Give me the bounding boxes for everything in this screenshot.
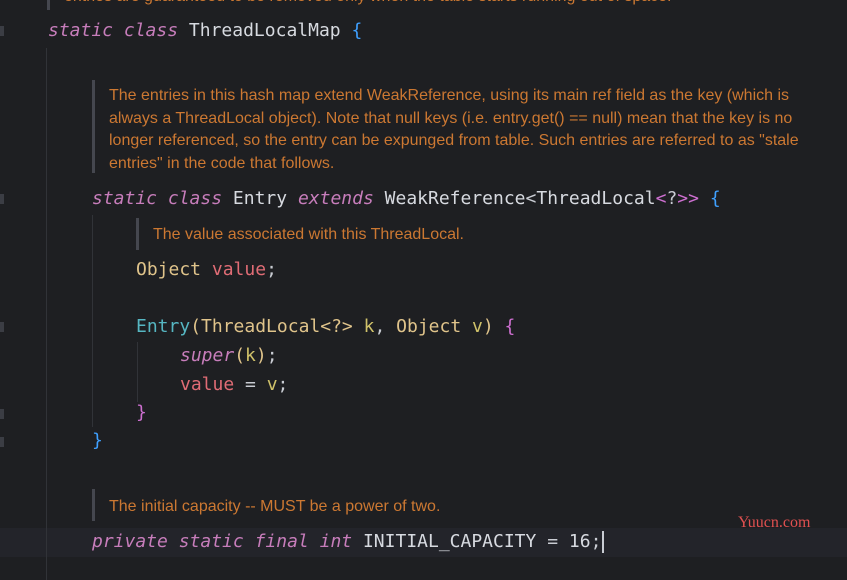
fold-marker[interactable] (0, 26, 4, 36)
param-k: k (363, 316, 375, 337)
code-line-entry-class[interactable]: static class Entry extends WeakReference… (92, 186, 721, 212)
generic-open: < (655, 188, 667, 209)
number-16: 16 (568, 531, 591, 552)
keyword-static: static (178, 531, 244, 552)
code-line-entry-close[interactable]: } (92, 428, 103, 454)
keyword-class: class (167, 188, 223, 209)
text-cursor (602, 531, 605, 553)
field-value: value (180, 374, 235, 395)
keyword-super: super (180, 345, 235, 366)
code-editor[interactable]: entries are guaranteed to be removed onl… (0, 0, 847, 580)
doc-comment-capacity: The initial capacity -- MUST be a power … (109, 498, 441, 515)
code-line-threadlocalmap[interactable]: static class ThreadLocalMap { (48, 18, 362, 44)
watermark: Yuucn.com (738, 514, 811, 531)
brace-close: } (92, 430, 103, 451)
class-name-threadlocal: ThreadLocal (536, 188, 656, 209)
keyword-private: private (92, 531, 168, 552)
keyword-int: int (319, 531, 353, 552)
constant-initial-capacity: INITIAL_CAPACITY (362, 531, 537, 552)
fold-marker[interactable] (0, 322, 4, 332)
code-line-constructor[interactable]: Entry(ThreadLocal<?> k, Object v) { (136, 314, 515, 340)
brace-open: { (351, 20, 363, 41)
doc-comment-top: entries are guaranteed to be removed onl… (64, 0, 824, 9)
class-name-weakreference: WeakReference (384, 188, 526, 209)
code-line-assign[interactable]: value = v; (180, 372, 288, 398)
class-name-entry: Entry (232, 188, 288, 209)
type-threadlocal: ThreadLocal (201, 316, 321, 337)
doc-comment-bar (92, 489, 95, 521)
code-line-initial-capacity[interactable]: private static final int INITIAL_CAPACIT… (92, 529, 605, 555)
generic-wildcard: <?> (320, 316, 353, 337)
fold-marker[interactable] (0, 409, 4, 419)
fold-marker[interactable] (0, 437, 4, 447)
code-line-value-field[interactable]: Object value; (136, 257, 277, 283)
param-v: v (266, 374, 278, 395)
field-value: value (211, 259, 267, 280)
param-v: v (472, 316, 483, 337)
arg-k: k (245, 345, 256, 366)
indent-guide (137, 342, 138, 402)
wildcard: ? (666, 188, 678, 209)
doc-comment-bar (136, 218, 139, 250)
constructor-entry: Entry (136, 316, 191, 337)
type-object: Object (396, 316, 462, 337)
brace-open: { (709, 188, 721, 209)
generic-close: >> (677, 188, 699, 209)
doc-comment-bar (92, 80, 95, 173)
keyword-extends: extends (297, 188, 374, 209)
keyword-final: final (254, 531, 309, 552)
class-name-threadlocalmap: ThreadLocalMap (188, 20, 341, 41)
keyword-static: static (92, 188, 158, 209)
type-object: Object (136, 259, 202, 280)
fold-marker[interactable] (0, 194, 4, 204)
keyword-class: class (123, 20, 179, 41)
code-line-constructor-close[interactable]: } (136, 400, 147, 426)
brace-close: } (136, 402, 147, 423)
doc-comment-map: The entries in this hash map extend Weak… (109, 87, 799, 172)
code-line-super[interactable]: super(k); (180, 343, 278, 369)
keyword-static: static (48, 20, 114, 41)
doc-comment-entry-value: The value associated with this ThreadLoc… (153, 226, 464, 243)
brace-open: { (504, 316, 516, 337)
indent-guide (46, 48, 47, 580)
generic-open: < (525, 188, 537, 209)
indent-guide (92, 215, 93, 427)
doc-comment-bar (47, 0, 50, 10)
